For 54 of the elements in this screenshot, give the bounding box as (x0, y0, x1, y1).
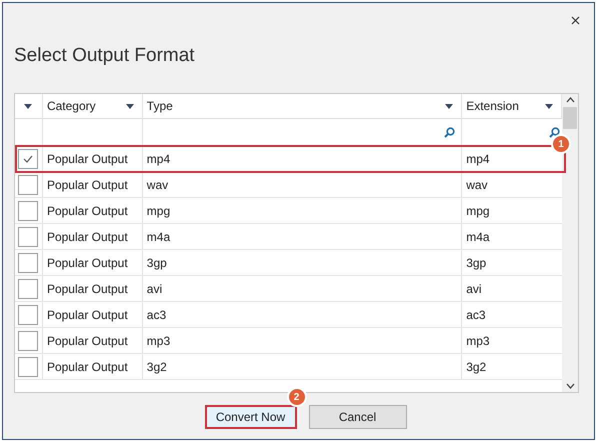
dropdown-caret-icon[interactable] (24, 104, 32, 108)
table-cell-text: Popular Output (46, 150, 128, 168)
table-cell-text: 3g2 (146, 358, 167, 376)
checkbox[interactable] (18, 356, 38, 376)
table-cell-text: Popular Output (46, 332, 128, 350)
table-cell-text: ac3 (146, 306, 166, 324)
dialog-title: Select Output Format (14, 44, 195, 68)
table-cell-text: mp3 (146, 332, 170, 350)
checkbox[interactable] (18, 226, 38, 246)
dialog-button[interactable]: Cancel (308, 405, 406, 429)
column-header[interactable]: Category (46, 97, 96, 115)
checkbox[interactable] (18, 278, 38, 298)
table-cell-text: mpg (146, 202, 170, 220)
table-cell-text: mp3 (466, 332, 490, 350)
checkbox[interactable] (18, 174, 38, 194)
table-cell-text: wav (146, 176, 168, 194)
scroll-up-icon[interactable] (566, 97, 575, 103)
table-cell-text: 3gp (466, 254, 486, 272)
scrollbar[interactable] (562, 94, 578, 392)
table-cell-text: Popular Output (46, 280, 128, 298)
table-cell-text: 3g2 (466, 358, 486, 376)
table-cell-text: ac3 (466, 306, 486, 324)
search-icon[interactable] (444, 126, 456, 138)
checkbox[interactable] (18, 252, 38, 272)
scroll-thumb[interactable] (563, 107, 578, 129)
table-cell-text: Popular Output (46, 228, 128, 246)
dropdown-caret-icon[interactable] (126, 104, 134, 108)
table-cell-text: m4a (146, 228, 170, 246)
table-cell-text: 3gp (146, 254, 167, 272)
checkbox[interactable] (18, 330, 38, 350)
close-icon[interactable] (571, 16, 580, 24)
table-cell-text: avi (466, 280, 482, 298)
table-cell-text: mp4 (466, 150, 490, 168)
table-cell-text: Popular Output (46, 176, 128, 194)
dropdown-caret-icon[interactable] (545, 104, 554, 108)
dropdown-caret-icon[interactable] (445, 104, 454, 108)
table-cell-text: Popular Output (46, 254, 128, 272)
table-cell-text: Popular Output (46, 306, 128, 324)
table-cell-text: Popular Output (46, 358, 128, 376)
check-icon (23, 154, 34, 162)
table-cell-text: avi (146, 280, 162, 298)
table-cell-text: wav (466, 176, 488, 194)
search-icon[interactable] (549, 126, 560, 138)
checkbox[interactable] (18, 200, 38, 220)
scroll-down-icon[interactable] (566, 383, 575, 389)
table-cell-text: m4a (466, 228, 490, 246)
column-header[interactable]: Extension (466, 97, 519, 115)
checkbox[interactable] (18, 304, 38, 324)
checkbox[interactable] (18, 148, 38, 168)
table-cell-text: mpg (466, 202, 490, 220)
column-header[interactable]: Type (146, 97, 173, 115)
table-cell-text: Popular Output (46, 202, 128, 220)
dialog-button[interactable]: Convert Now (204, 405, 296, 429)
table-cell-text: mp4 (146, 150, 170, 168)
